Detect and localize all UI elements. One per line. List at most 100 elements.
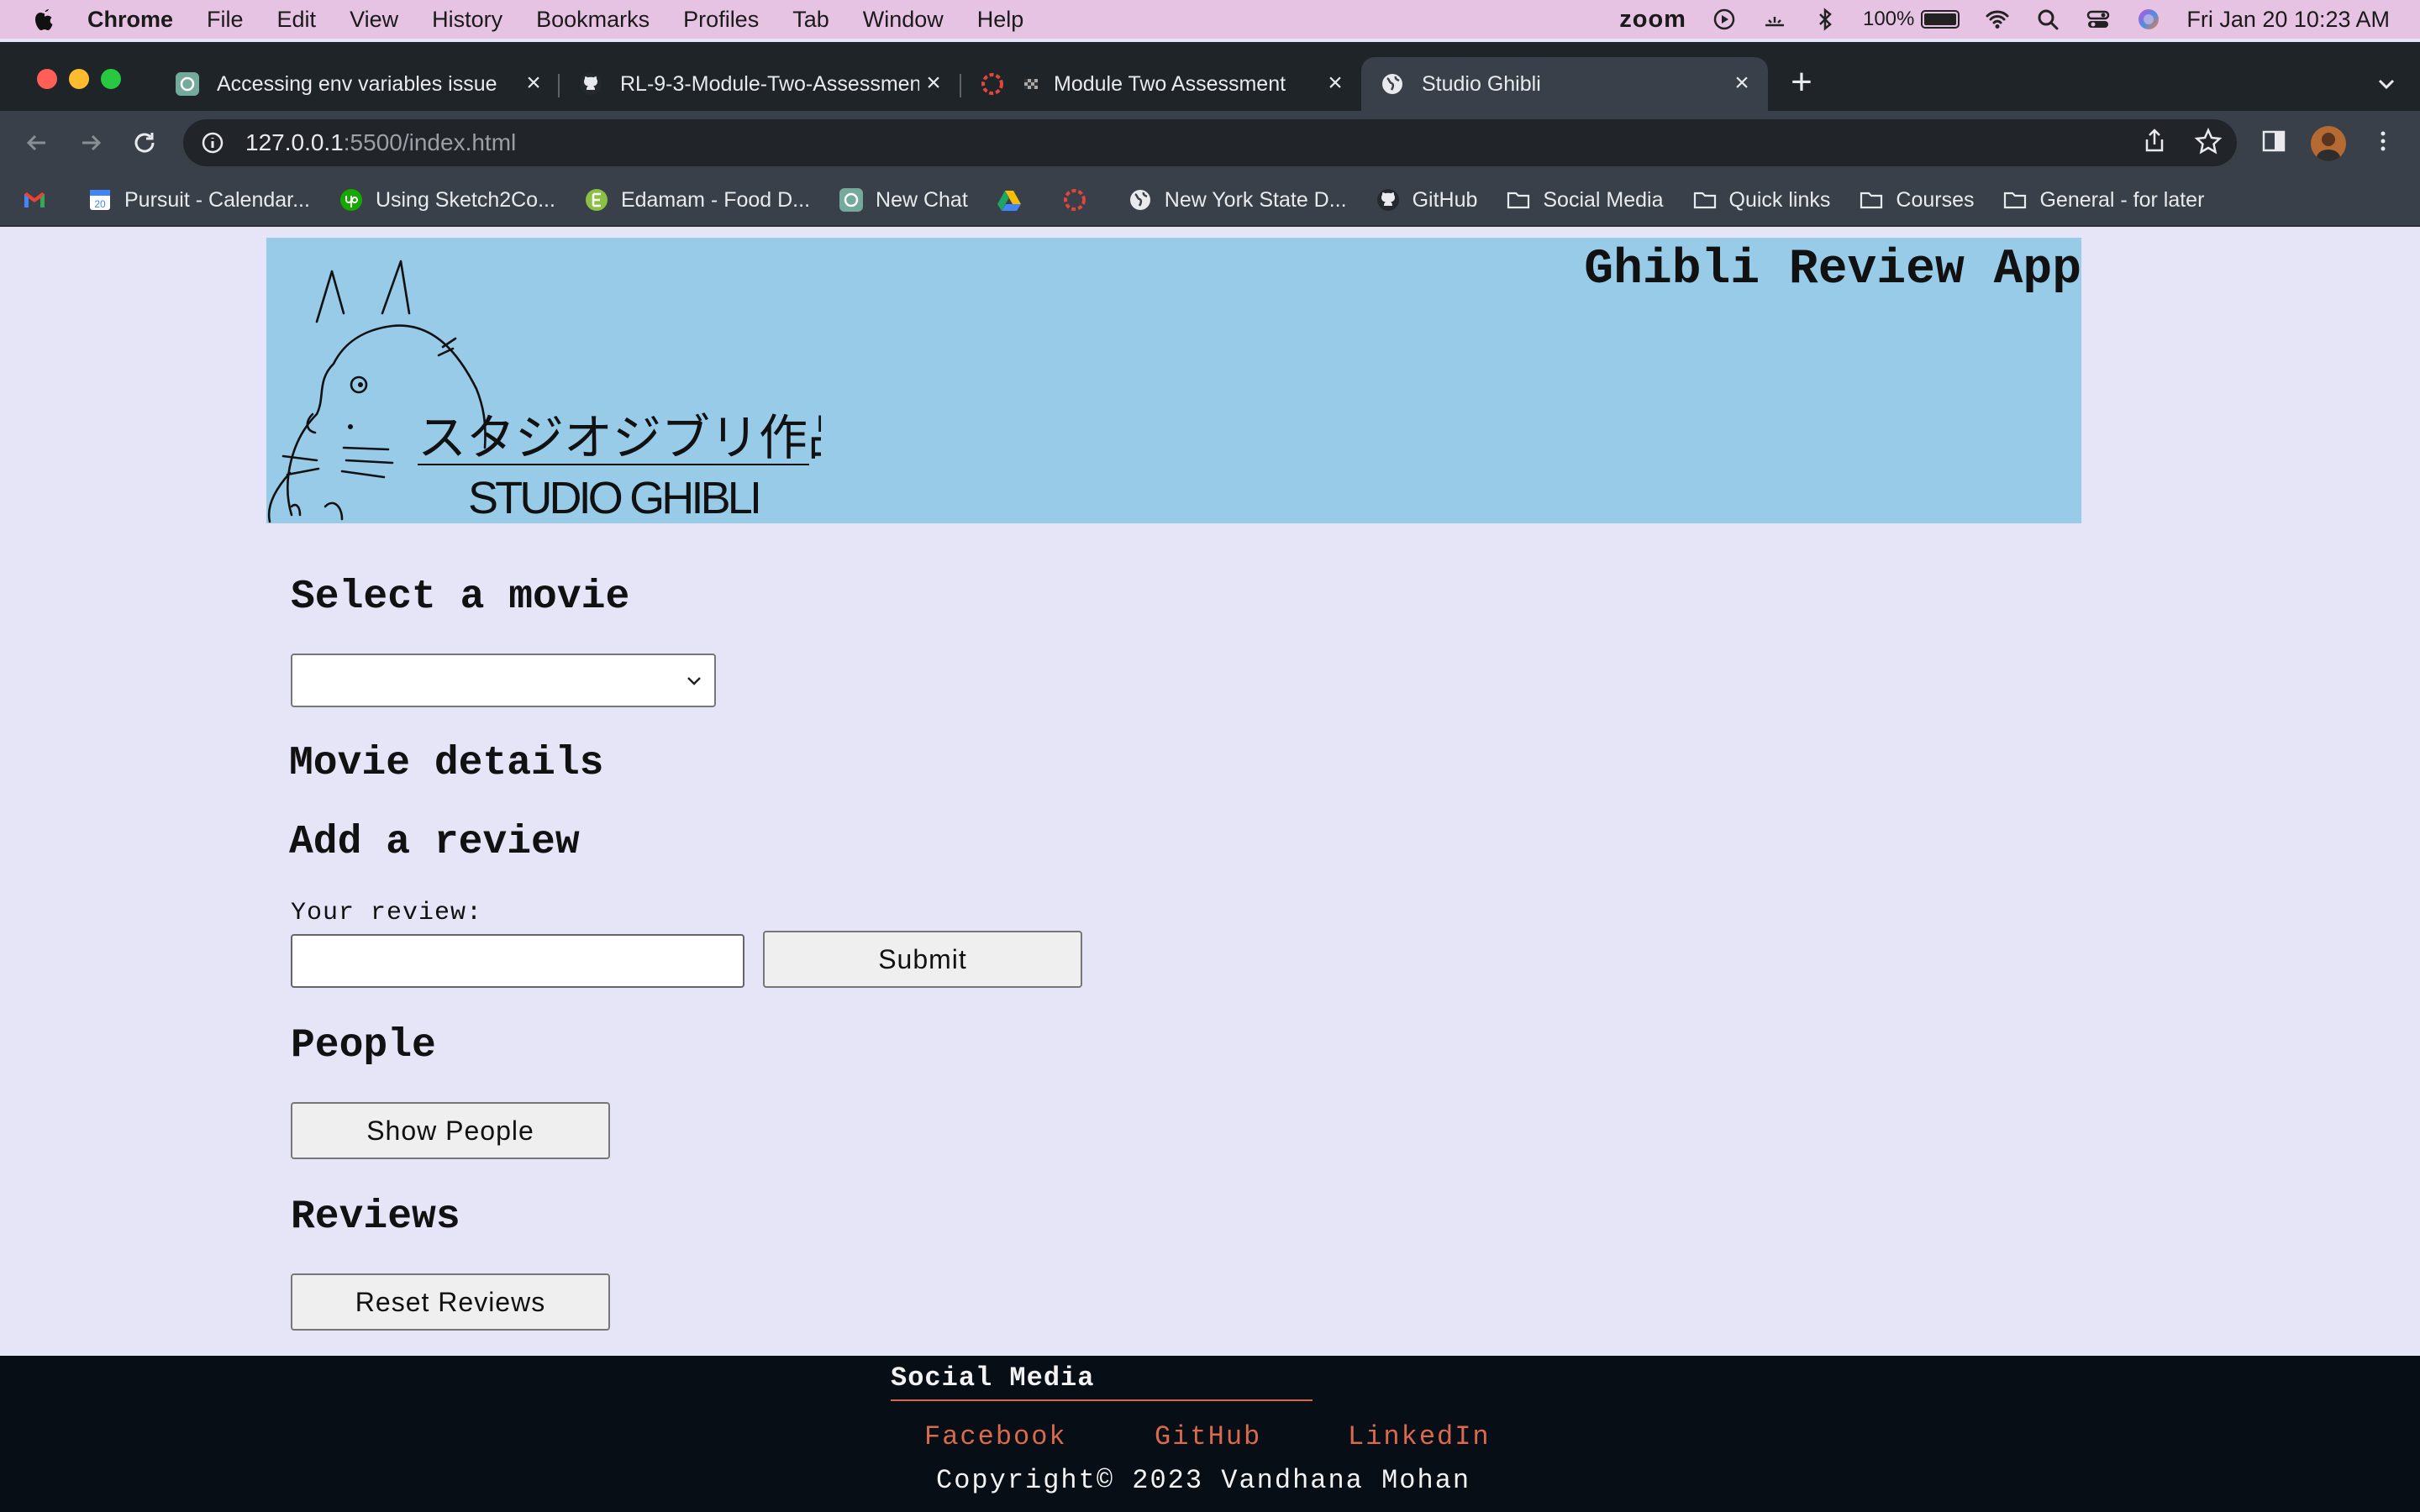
- pursuit-icon: [1063, 189, 1086, 211]
- social-media-heading: Social Media: [891, 1362, 1095, 1394]
- back-arrow-icon[interactable]: [20, 126, 54, 160]
- select-movie-heading: Select a movie: [291, 575, 630, 620]
- apple-icon[interactable]: [32, 5, 57, 34]
- logo-english-text: STUDIO GHIBLI: [468, 473, 762, 523]
- url-host: 127.0.0.1: [245, 129, 344, 155]
- bookmark-new-chat[interactable]: New Chat: [839, 187, 968, 213]
- menu-history[interactable]: History: [432, 7, 502, 33]
- more-menu-icon[interactable]: [2368, 126, 2398, 156]
- menu-app-name[interactable]: Chrome: [87, 7, 173, 33]
- movie-select[interactable]: [291, 654, 716, 707]
- gmail-icon: [24, 192, 45, 207]
- control-center-icon[interactable]: [2086, 7, 2111, 32]
- bookmark-gmail[interactable]: [22, 187, 59, 213]
- reload-icon[interactable]: [128, 126, 161, 160]
- globe-icon: [1382, 74, 1402, 94]
- close-tab-icon[interactable]: ×: [1729, 71, 1754, 96]
- minimize-window-button[interactable]: [69, 69, 89, 89]
- bookmark-folder-quick-links[interactable]: Quick links: [1692, 187, 1831, 213]
- tab-studio-ghibli[interactable]: Studio Ghibli ×: [1361, 57, 1768, 111]
- close-tab-icon[interactable]: ×: [521, 71, 546, 96]
- globe-icon: [1129, 190, 1150, 210]
- upwork-icon: [339, 189, 362, 211]
- folder-icon: [1507, 192, 1530, 209]
- bookmark-label: New York State D...: [1164, 187, 1347, 212]
- checkered-flag-icon: [1024, 79, 1038, 89]
- tab-title: Accessing env variables issue: [217, 71, 497, 96]
- bookmark-label: Courses: [1896, 187, 1975, 212]
- new-tab-button[interactable]: +: [1785, 64, 1818, 101]
- bookmark-nys[interactable]: New York State D...: [1128, 187, 1347, 213]
- bookmark-label: Quick links: [1728, 187, 1831, 212]
- spotlight-search-icon[interactable]: [2035, 7, 2060, 32]
- browser-toolbar: 127.0.0.1:5500/index.html: [0, 111, 2420, 175]
- folder-icon: [2004, 192, 2027, 209]
- bookmark-github[interactable]: GitHub: [1376, 187, 1477, 213]
- show-people-button[interactable]: Show People: [291, 1102, 610, 1159]
- maximize-window-button[interactable]: [101, 69, 121, 89]
- dots-status-icon[interactable]: [1762, 7, 1787, 32]
- bookmark-label: Social Media: [1543, 187, 1664, 212]
- bookmark-star-icon[interactable]: [2193, 126, 2223, 156]
- tab-title: Studio Ghibli: [1422, 71, 1541, 96]
- close-window-button[interactable]: [37, 69, 57, 89]
- menu-window[interactable]: Window: [863, 7, 944, 33]
- bookmark-folder-social-media[interactable]: Social Media: [1506, 187, 1664, 213]
- pursuit-icon: [981, 73, 1003, 95]
- battery-percent: 100%: [1862, 8, 1915, 30]
- zoom-status-item[interactable]: zoom: [1619, 6, 1686, 34]
- menu-edit[interactable]: Edit: [277, 7, 317, 33]
- bluetooth-icon[interactable]: [1812, 7, 1838, 32]
- bookmark-folder-general[interactable]: General - for later: [2002, 187, 2204, 213]
- battery-icon: [1921, 10, 1960, 29]
- studio-ghibli-logo: スタジオジブリ作品 STUDIO GHIBLI: [267, 260, 821, 523]
- github-link[interactable]: GitHub: [1155, 1421, 1261, 1452]
- movie-details-heading: Movie details: [289, 741, 604, 786]
- close-tab-icon[interactable]: ×: [921, 71, 946, 96]
- address-bar[interactable]: 127.0.0.1:5500/index.html: [183, 119, 2237, 166]
- tab-title: Module Two Assessment: [1054, 71, 1286, 96]
- facebook-link[interactable]: Facebook: [924, 1421, 1067, 1452]
- page-footer: Social Media Facebook GitHub LinkedIn Co…: [0, 1356, 2420, 1512]
- tab-rl-module-two[interactable]: RL-9-3-Module-Two-Assessment ×: [560, 57, 960, 111]
- info-icon[interactable]: [200, 130, 225, 155]
- menu-help[interactable]: Help: [977, 7, 1024, 33]
- menu-tab[interactable]: Tab: [792, 7, 829, 33]
- siri-icon[interactable]: [2136, 7, 2161, 32]
- play-circle-icon[interactable]: [1712, 7, 1737, 32]
- folder-icon: [1860, 192, 1883, 209]
- bookmark-pursuit[interactable]: [1062, 187, 1099, 213]
- battery-status[interactable]: 100%: [1863, 8, 1960, 31]
- edamam-icon: [585, 189, 608, 211]
- browser-tab-strip: Accessing env variables issue × RL-9-3-M…: [0, 42, 2420, 111]
- avatar-icon: [2317, 133, 2340, 161]
- chevron-down-icon[interactable]: [2373, 71, 2400, 97]
- reset-reviews-button[interactable]: Reset Reviews: [291, 1273, 610, 1331]
- submit-button[interactable]: Submit: [763, 931, 1082, 988]
- folder-icon: [1693, 192, 1716, 209]
- tab-accessing-env[interactable]: Accessing env variables issue ×: [156, 57, 560, 111]
- wifi-icon[interactable]: [1985, 7, 2010, 32]
- linkedin-link[interactable]: LinkedIn: [1348, 1421, 1491, 1452]
- calendar-icon: 20: [90, 190, 110, 210]
- bookmark-edamam[interactable]: Edamam - Food D...: [584, 187, 810, 213]
- profile-avatar[interactable]: [2311, 126, 2346, 161]
- bookmark-google-drive[interactable]: [997, 187, 1034, 213]
- close-tab-icon[interactable]: ×: [1323, 71, 1348, 96]
- side-panel-icon[interactable]: [2259, 126, 2289, 156]
- logo-japanese-text: スタジオジブリ作品: [418, 409, 821, 466]
- bookmark-folder-courses[interactable]: Courses: [1859, 187, 1974, 213]
- forward-arrow-icon[interactable]: [74, 126, 108, 160]
- bookmark-pursuit-calendar[interactable]: 20 Pursuit - Calendar...: [87, 187, 310, 213]
- menu-profiles[interactable]: Profiles: [683, 7, 759, 33]
- tab-module-two-assessment[interactable]: Module Two Assessment ×: [961, 57, 1361, 111]
- bookmark-label: General - for later: [2039, 187, 2205, 212]
- review-input[interactable]: [291, 934, 744, 988]
- share-icon[interactable]: [2139, 126, 2170, 156]
- menu-bookmarks[interactable]: Bookmarks: [536, 7, 650, 33]
- macos-menu-bar: Chrome File Edit View History Bookmarks …: [0, 0, 2420, 39]
- menu-datetime[interactable]: Fri Jan 20 10:23 AM: [2186, 7, 2390, 33]
- menu-file[interactable]: File: [207, 7, 244, 33]
- menu-view[interactable]: View: [350, 7, 398, 33]
- bookmark-sketch2code[interactable]: Using Sketch2Co...: [339, 187, 555, 213]
